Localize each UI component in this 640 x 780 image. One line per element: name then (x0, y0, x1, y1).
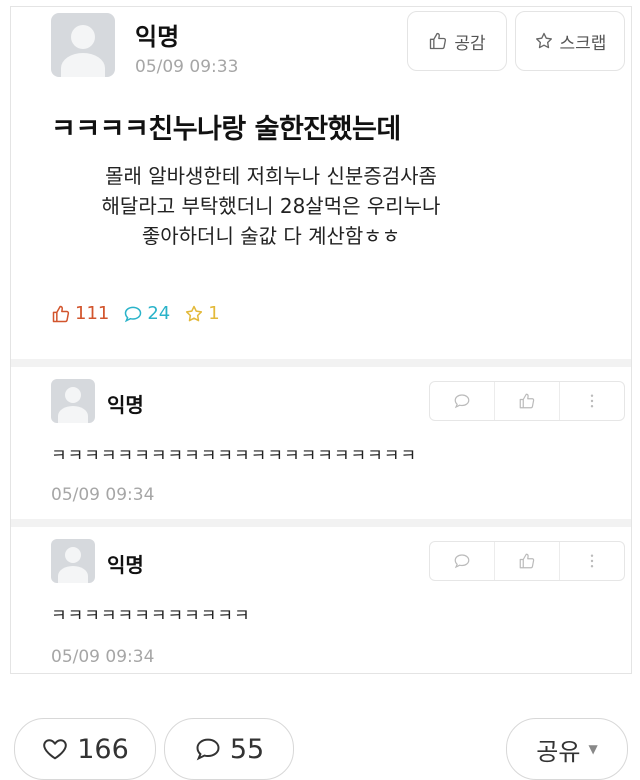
like-count: 111 (51, 303, 109, 324)
bottom-like-button[interactable]: 166 (14, 718, 156, 780)
post-body-line: 좋아하더니 술값 다 계산함ㅎㅎ (141, 224, 401, 248)
comment-actions (429, 381, 625, 421)
comment-timestamp: 05/09 09:34 (51, 647, 155, 667)
heart-icon (43, 739, 67, 760)
comment-like-button[interactable] (495, 542, 560, 580)
bottom-comment-count: 55 (229, 733, 265, 765)
more-options-button[interactable] (560, 542, 624, 580)
comment-text: ㅋㅋㅋㅋㅋㅋㅋㅋㅋㅋㅋㅋㅋㅋㅋㅋㅋㅋㅋㅋㅋㅋ (51, 446, 418, 466)
comment-text: ㅋㅋㅋㅋㅋㅋㅋㅋㅋㅋㅋㅋ (51, 606, 251, 626)
comment-actions (429, 541, 625, 581)
star-icon (186, 305, 203, 321)
divider (11, 359, 631, 367)
star-icon (535, 32, 552, 49)
scrap-button[interactable]: 스크랩 (515, 11, 625, 71)
post-avatar (51, 13, 115, 77)
like-count-value: 111 (75, 303, 110, 324)
comment-author: 익명 (107, 393, 144, 417)
post-title: ㅋㅋㅋㅋ친누나랑 술한잔했는데 (51, 114, 401, 145)
post-timestamp: 05/09 09:33 (135, 57, 239, 77)
post-body-line: 해달라고 부탁했더니 28살먹은 우리누나 (101, 194, 441, 218)
speech-bubble-icon (196, 738, 220, 761)
more-vertical-icon (590, 394, 594, 408)
reply-button[interactable] (430, 542, 495, 580)
divider (11, 519, 631, 527)
comment-avatar (51, 379, 95, 423)
post-body-line: 몰래 알바생한테 저희누나 신분증검사좀 (105, 164, 437, 188)
comment-avatar (51, 539, 95, 583)
speech-bubble-icon (454, 394, 470, 409)
speech-bubble-icon (454, 554, 470, 569)
share-label: 공유 (536, 737, 581, 766)
scrap-count-value: 1 (208, 303, 220, 324)
comment-count: 24 (123, 303, 170, 324)
comment-count-value: 24 (147, 303, 171, 324)
more-options-button[interactable] (560, 382, 624, 420)
reply-button[interactable] (430, 382, 495, 420)
scrap-count: 1 (184, 303, 220, 324)
comment-timestamp: 05/09 09:34 (51, 485, 155, 505)
post-author: 익명 (135, 23, 180, 51)
comment-author: 익명 (107, 553, 144, 577)
thumbs-up-icon (430, 32, 447, 50)
bottom-like-count: 166 (77, 733, 129, 765)
bottom-comment-button[interactable]: 55 (164, 718, 294, 780)
more-vertical-icon (590, 554, 594, 568)
scrap-button-label: 스크랩 (559, 33, 607, 54)
thumbs-up-icon (519, 553, 535, 569)
like-button-label: 공감 (454, 33, 486, 54)
comment-like-button[interactable] (495, 382, 560, 420)
post-stats: 111 24 1 (51, 303, 220, 324)
caret-down-icon: ▼ (588, 742, 598, 756)
thumbs-up-icon (519, 393, 535, 409)
thumbs-up-icon (52, 305, 70, 322)
share-button[interactable]: 공유 ▼ (506, 718, 628, 780)
like-button[interactable]: 공감 (407, 11, 507, 71)
post-card: 익명 05/09 09:33 공감 스크랩 ㅋㅋㅋㅋ친누나랑 술한잔했는데 몰래… (10, 6, 632, 674)
post-body: 몰래 알바생한테 저희누나 신분증검사좀 해달라고 부탁했더니 28살먹은 우리… (41, 161, 501, 251)
speech-bubble-icon (125, 306, 142, 322)
